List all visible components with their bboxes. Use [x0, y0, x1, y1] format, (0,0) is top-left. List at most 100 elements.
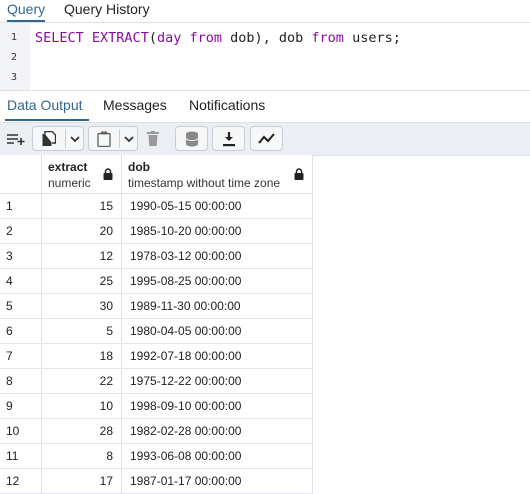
table-row[interactable]: 6 5 1980-04-05 00:00:00: [0, 319, 313, 344]
graph-visualiser-button[interactable]: [250, 126, 283, 151]
cell-extract[interactable]: 17: [42, 469, 122, 493]
sql-keyword: SELECT: [35, 30, 84, 46]
cell-dob[interactable]: 1985-10-20 00:00:00: [122, 219, 313, 243]
table-row[interactable]: 7 18 1992-07-18 00:00:00: [0, 344, 313, 369]
cell-extract[interactable]: 25: [42, 269, 122, 293]
save-data-icon: [185, 131, 198, 146]
cell-extract[interactable]: 18: [42, 344, 122, 368]
cell-extract[interactable]: 20: [42, 219, 122, 243]
paste-button[interactable]: [89, 127, 119, 150]
cell-dob[interactable]: 1990-05-15 00:00:00: [122, 194, 313, 218]
cell-extract[interactable]: 12: [42, 244, 122, 268]
output-tab-bar: Data Output Messages Notifications: [0, 90, 530, 123]
row-number: 6: [0, 319, 42, 343]
sql-code-line[interactable]: SELECT EXTRACT(day from dob), dob from u…: [35, 30, 401, 46]
add-row-button[interactable]: [2, 126, 30, 151]
table-row[interactable]: 10 28 1982-02-28 00:00:00: [0, 419, 313, 444]
table-row[interactable]: 12 17 1987-01-17 00:00:00: [0, 469, 313, 494]
tab-query[interactable]: Query: [7, 0, 46, 22]
copy-button-group: [32, 126, 84, 151]
tab-data-output[interactable]: Data Output: [5, 97, 88, 121]
paste-icon: [97, 131, 111, 147]
table-row[interactable]: 4 25 1995-08-25 00:00:00: [0, 269, 313, 294]
sql-keyword: day: [156, 30, 182, 46]
cell-dob[interactable]: 1995-08-25 00:00:00: [122, 269, 313, 293]
cell-extract[interactable]: 15: [42, 194, 122, 218]
cell-dob[interactable]: 1982-02-28 00:00:00: [122, 419, 313, 443]
cell-dob[interactable]: 1987-01-17 00:00:00: [122, 469, 313, 493]
row-number: 5: [0, 294, 42, 318]
column-name: dob: [128, 160, 150, 174]
tab-notifications[interactable]: Notifications: [189, 97, 265, 113]
download-icon: [222, 131, 235, 146]
copy-icon: [42, 130, 56, 146]
column-type: numeric: [48, 176, 91, 190]
sql-text: (: [148, 30, 157, 46]
cell-extract[interactable]: 30: [42, 294, 122, 318]
cell-dob[interactable]: 1998-09-10 00:00:00: [122, 394, 313, 418]
paste-button-group: [88, 126, 138, 151]
sql-editor[interactable]: 1 2 3 SELECT EXTRACT(day from dob), dob …: [0, 23, 530, 90]
table-row[interactable]: 5 30 1989-11-30 00:00:00: [0, 294, 313, 319]
line-number: 3: [10, 72, 17, 83]
tab-messages[interactable]: Messages: [103, 97, 167, 113]
sql-text: users;: [343, 30, 401, 46]
data-output-toolbar: [0, 122, 530, 156]
copy-options-dropdown[interactable]: [66, 127, 84, 150]
column-header-dob[interactable]: dob timestamp without time zone: [122, 155, 313, 194]
lock-icon: [103, 168, 113, 180]
save-data-button[interactable]: [175, 126, 208, 151]
table-row[interactable]: 1 15 1990-05-15 00:00:00: [0, 194, 313, 219]
cell-extract[interactable]: 10: [42, 394, 122, 418]
query-tab-bar: Query Query History: [0, 0, 530, 23]
cell-dob[interactable]: 1989-11-30 00:00:00: [122, 294, 313, 318]
delete-icon: [147, 131, 159, 146]
sql-keyword: from: [311, 30, 344, 46]
copy-button[interactable]: [33, 127, 65, 150]
cell-dob[interactable]: 1978-03-12 00:00:00: [122, 244, 313, 268]
line-number-gutter: 1 2 3: [0, 23, 30, 90]
row-number: 11: [0, 444, 42, 468]
row-number: 2: [0, 219, 42, 243]
cell-extract[interactable]: 22: [42, 369, 122, 393]
sql-keyword: EXTRACT: [91, 30, 149, 46]
line-number: 2: [10, 52, 17, 63]
chevron-down-icon: [124, 135, 134, 142]
row-number: 9: [0, 394, 42, 418]
row-number: 8: [0, 369, 42, 393]
table-row[interactable]: 9 10 1998-09-10 00:00:00: [0, 394, 313, 419]
line-number: 1: [10, 32, 17, 43]
cell-dob[interactable]: 1980-04-05 00:00:00: [122, 319, 313, 343]
cell-dob[interactable]: 1975-12-22 00:00:00: [122, 369, 313, 393]
row-number: 7: [0, 344, 42, 368]
row-number-header: [0, 155, 42, 194]
cell-dob[interactable]: 1992-07-18 00:00:00: [122, 344, 313, 368]
cell-extract[interactable]: 28: [42, 419, 122, 443]
column-type: timestamp without time zone: [128, 176, 281, 190]
cell-extract[interactable]: 5: [42, 319, 122, 343]
table-row[interactable]: 11 8 1993-06-08 00:00:00: [0, 444, 313, 469]
sql-text: dob), dob: [222, 30, 312, 46]
cell-dob[interactable]: 1993-06-08 00:00:00: [122, 444, 313, 468]
row-number: 4: [0, 269, 42, 293]
table-row[interactable]: 2 20 1985-10-20 00:00:00: [0, 219, 313, 244]
chevron-down-icon: [70, 135, 80, 142]
paste-options-dropdown[interactable]: [120, 127, 138, 150]
cell-extract[interactable]: 8: [42, 444, 122, 468]
sql-keyword: from: [189, 30, 223, 46]
column-header-extract[interactable]: extract numeric: [42, 155, 122, 194]
lock-icon: [294, 168, 304, 180]
column-name: extract: [48, 160, 88, 174]
row-number: 12: [0, 469, 42, 493]
row-number: 1: [0, 194, 42, 218]
table-row[interactable]: 8 22 1975-12-22 00:00:00: [0, 369, 313, 394]
row-number: 3: [0, 244, 42, 268]
download-button[interactable]: [212, 126, 245, 151]
graph-icon: [257, 132, 275, 144]
tab-query-history[interactable]: Query History: [64, 0, 150, 18]
delete-button[interactable]: [141, 126, 165, 151]
add-row-icon: [7, 133, 25, 145]
table-row[interactable]: 3 12 1978-03-12 00:00:00: [0, 244, 313, 269]
